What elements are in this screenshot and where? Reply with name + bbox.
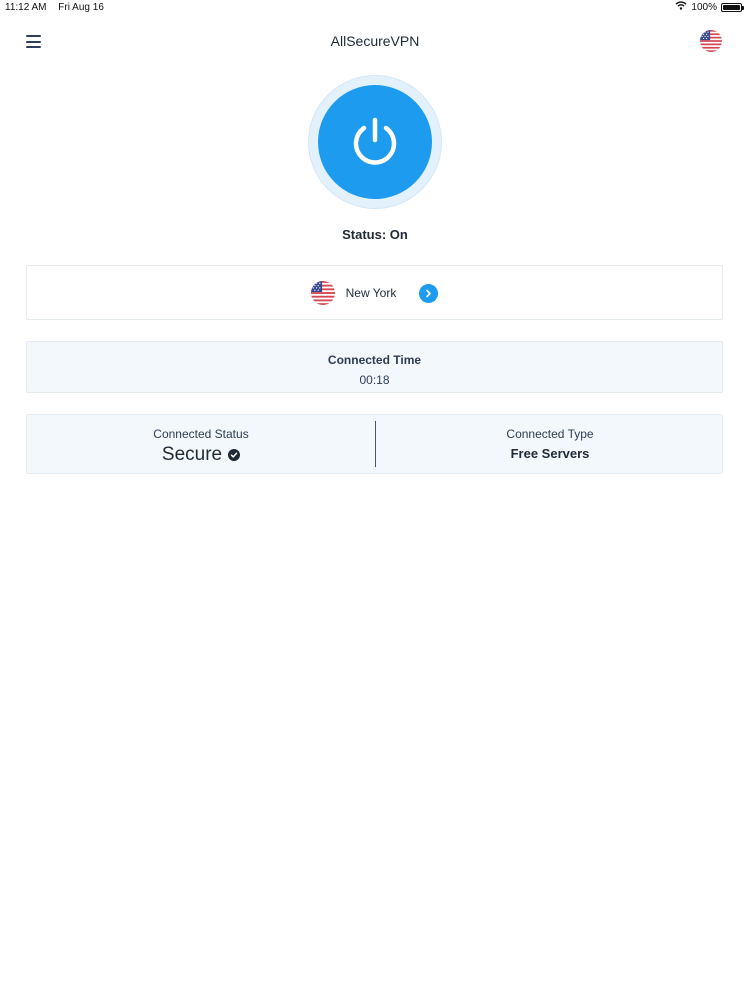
power-button[interactable]	[318, 85, 432, 199]
us-flag-icon	[311, 281, 335, 305]
connected-status-section: Connected Status Secure	[27, 415, 375, 473]
connected-type-value: Free Servers	[510, 446, 590, 461]
location-selector[interactable]: New York	[26, 265, 723, 320]
connection-status-text: Status: On	[342, 227, 408, 242]
status-bar-right: 100%	[675, 1, 744, 13]
connected-type-section: Connected Type Free Servers	[376, 415, 724, 473]
check-circle-icon	[228, 449, 241, 461]
connection-info-card: Connected Status Secure Connected Type F…	[26, 414, 723, 474]
power-icon	[353, 117, 397, 165]
nav-bar: AllSecureVPN	[0, 24, 750, 58]
connected-status-label: Connected Status	[153, 427, 249, 441]
power-button-ring	[309, 76, 441, 208]
location-name: New York	[345, 286, 397, 300]
app-title: AllSecureVPN	[330, 33, 420, 49]
us-flag-icon[interactable]	[700, 30, 722, 52]
connected-time-card: Connected Time 00:18	[26, 341, 723, 393]
connected-status-value: Secure	[161, 444, 223, 465]
status-time: 11:12 AM	[5, 2, 47, 13]
battery-icon	[721, 2, 744, 12]
chevron-right-icon[interactable]	[419, 283, 439, 303]
connected-time-value: 00:18	[359, 373, 390, 387]
connected-type-label: Connected Type	[506, 427, 594, 441]
battery-percent: 100%	[691, 1, 717, 13]
status-date: Fri Aug 16	[58, 2, 104, 13]
wifi-icon	[675, 1, 687, 13]
status-bar: 11:12 AM Fri Aug 16 100%	[0, 0, 750, 16]
connected-time-label: Connected Time	[327, 353, 422, 367]
status-bar-left: 11:12 AM Fri Aug 16	[5, 2, 113, 13]
